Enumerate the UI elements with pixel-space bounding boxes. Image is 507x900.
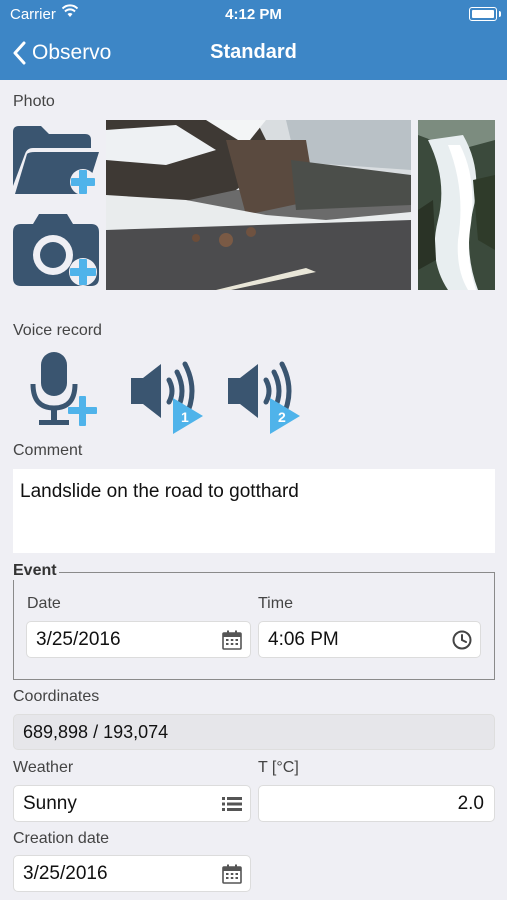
battery-icon	[469, 7, 501, 21]
calendar-icon	[222, 630, 242, 650]
photo-thumbnail-landslide[interactable]	[106, 120, 411, 290]
comment-label: Comment	[13, 442, 83, 459]
photo-label: Photo	[13, 93, 55, 110]
record-voice-button[interactable]	[25, 350, 101, 432]
landslide-photo	[106, 120, 411, 290]
time-label: Time	[258, 595, 293, 612]
add-photo-from-folder-button[interactable]	[13, 124, 101, 198]
nav-bar: Observo Standard	[0, 28, 507, 80]
clock-icon	[452, 630, 472, 650]
calendar-icon	[222, 864, 242, 884]
weather-select[interactable]: Sunny	[13, 785, 251, 822]
coordinates-value: 689,898 / 193,074	[23, 721, 169, 742]
recording-number: 2	[278, 409, 286, 425]
event-time-field[interactable]: 4:06 PM	[258, 621, 481, 658]
speaker-icon: 1	[131, 361, 203, 434]
event-legend: Event	[13, 562, 59, 580]
waterfall-photo	[418, 120, 495, 290]
photo-thumbnail-waterfall[interactable]	[418, 120, 495, 290]
coordinates-label: Coordinates	[13, 688, 100, 705]
speaker-icon: 2	[228, 361, 300, 434]
coordinates-field: 689,898 / 193,074	[13, 714, 495, 750]
camera-add-icon	[13, 214, 99, 286]
voice-recording-1-button[interactable]: 1	[129, 360, 207, 434]
comment-textarea[interactable]: Landslide on the road to gotthard	[13, 469, 495, 553]
weather-label: Weather	[13, 759, 74, 776]
recording-number: 1	[181, 409, 189, 425]
take-photo-button[interactable]	[13, 212, 101, 288]
creation-date-field[interactable]: 3/25/2016	[13, 855, 251, 892]
voice-recording-2-button[interactable]: 2	[226, 360, 304, 434]
creation-date-value: 3/25/2016	[23, 862, 108, 884]
date-label: Date	[27, 595, 61, 612]
microphone-add-icon	[30, 352, 97, 426]
temperature-label: T [°C]	[258, 759, 299, 776]
temperature-field[interactable]: 2.0	[258, 785, 495, 822]
creation-date-label: Creation date	[13, 830, 110, 847]
folder-add-icon	[13, 126, 99, 195]
event-date-field[interactable]: 3/25/2016	[26, 621, 251, 658]
temperature-value: 2.0	[457, 792, 484, 814]
event-time-value: 4:06 PM	[268, 628, 339, 650]
voice-record-label: Voice record	[13, 322, 102, 339]
status-bar: Carrier 4:12 PM	[0, 0, 507, 28]
weather-value: Sunny	[23, 792, 77, 814]
event-date-value: 3/25/2016	[36, 628, 121, 650]
list-icon	[222, 796, 242, 812]
page-title: Standard	[210, 41, 297, 63]
clock: 4:12 PM	[225, 6, 282, 23]
